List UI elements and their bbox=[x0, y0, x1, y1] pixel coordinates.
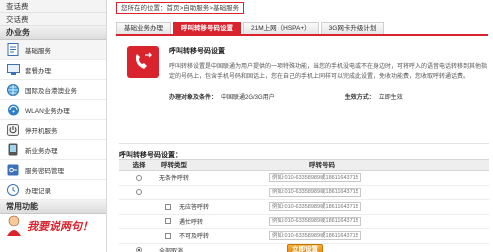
feedback-promo[interactable]: 我要说两句！ bbox=[0, 214, 106, 238]
tab-basic-business[interactable]: 基础业务办理 bbox=[116, 22, 171, 34]
condition-value: 中国联通2G/3G用户 bbox=[221, 95, 275, 101]
tab-call-forward[interactable]: 呼叫转移号码设置 bbox=[173, 22, 241, 34]
tab-hspa[interactable]: 21M上网（HSPA+） bbox=[243, 22, 319, 34]
forward-number-input[interactable] bbox=[269, 216, 361, 226]
table-row bbox=[119, 186, 489, 200]
sidebar-item-password[interactable]: 服务密码管理 bbox=[0, 160, 106, 180]
checkbox-no-answer[interactable] bbox=[165, 203, 171, 210]
type-label: 无应答呼转 bbox=[179, 205, 210, 212]
sidebar-item-new-business[interactable]: 新业务办理 bbox=[0, 140, 106, 160]
service-title: 呼叫转移号码设置 bbox=[169, 48, 225, 55]
breadcrumb-link-self-service[interactable]: 自助服务 bbox=[183, 5, 209, 12]
radio-cancel-all[interactable] bbox=[136, 247, 142, 252]
checkbox-unreachable[interactable] bbox=[165, 232, 171, 239]
condition-label: 办理对象及条件： bbox=[169, 95, 218, 101]
breadcrumb-link-home[interactable]: 首页 bbox=[167, 5, 180, 12]
sidebar-item-label: 停开机服务 bbox=[25, 127, 58, 135]
forward-number-input[interactable] bbox=[269, 202, 361, 212]
tab-3g-upgrade[interactable]: 3G网卡升级计划 bbox=[320, 22, 385, 34]
effect-label: 生效方式： bbox=[344, 95, 375, 101]
sidebar-item-label: WLAN业务办理 bbox=[25, 107, 70, 115]
sidebar-item-label: 基础服务 bbox=[25, 47, 51, 55]
sidebar-item-label: 办理记录 bbox=[25, 187, 51, 195]
submit-button[interactable]: 立即设置 bbox=[287, 244, 323, 252]
sidebar-item-label: 套餐办理 bbox=[25, 67, 51, 75]
key-icon bbox=[6, 163, 20, 177]
forward-number-input[interactable] bbox=[269, 173, 361, 183]
sidebar: 查话费 交话费 办业务 基础服务 套餐办理 国际及台港澳业务 WLAN业务办理 … bbox=[0, 0, 107, 252]
table-row: 无条件呼转 bbox=[119, 171, 489, 186]
sidebar-item-wlan[interactable]: WLAN业务办理 bbox=[0, 100, 106, 120]
forward-number-input[interactable] bbox=[269, 231, 361, 241]
monitor-icon bbox=[6, 63, 20, 77]
column-header-select: 选择 bbox=[132, 162, 146, 169]
feedback-promo-text: 我要说两句！ bbox=[27, 221, 93, 233]
sidebar-group-common[interactable]: 常用功能 bbox=[0, 200, 106, 214]
sidebar-item-label: 服务密码管理 bbox=[25, 167, 64, 175]
main-content: 您所在的位置：首页>自助服务>基础服务 基础业务办理 呼叫转移号码设置 21M上… bbox=[111, 0, 493, 252]
history-icon bbox=[6, 183, 20, 197]
wlan-icon bbox=[6, 103, 20, 117]
sidebar-group-business[interactable]: 办业务 bbox=[0, 26, 106, 40]
sidebar-item-basic-service[interactable]: 基础服务 bbox=[0, 40, 106, 60]
sidebar-item-label: 国际及台港澳业务 bbox=[25, 87, 77, 95]
feedback-person-icon bbox=[7, 215, 21, 236]
power-icon bbox=[6, 123, 20, 137]
call-forward-table: 选择 呼转类型 呼转号码 无条件呼转 无应答呼转 遇忙呼转 不可及呼转 bbox=[119, 159, 489, 252]
radio-conditional[interactable] bbox=[136, 189, 142, 196]
breadcrumb-prefix: 您所在的位置： bbox=[121, 5, 167, 12]
sidebar-item-international[interactable]: 国际及台港澳业务 bbox=[0, 80, 106, 100]
sidebar-link-query-fee[interactable]: 查话费 bbox=[0, 0, 106, 13]
table-row: 不可及呼转 bbox=[119, 229, 489, 244]
breadcrumb-current: 基础服务 bbox=[213, 5, 240, 12]
breadcrumb: 您所在的位置：首页>自助服务>基础服务 bbox=[116, 2, 245, 14]
column-header-number: 呼转号码 bbox=[309, 162, 335, 169]
phone-icon bbox=[6, 143, 20, 157]
checkbox-busy[interactable] bbox=[165, 218, 171, 225]
table-header: 选择 呼转类型 呼转号码 bbox=[119, 159, 489, 171]
globe-icon bbox=[6, 83, 20, 97]
table-row: 遇忙呼转 bbox=[119, 215, 489, 229]
type-label: 不可及呼转 bbox=[179, 234, 210, 241]
sidebar-link-pay-fee[interactable]: 交话费 bbox=[0, 13, 106, 26]
type-label: 遇忙呼转 bbox=[179, 219, 204, 226]
document-icon bbox=[6, 43, 20, 57]
radio-unconditional[interactable] bbox=[136, 174, 142, 181]
sidebar-item-history[interactable]: 办理记录 bbox=[0, 180, 106, 200]
forward-number-input[interactable] bbox=[269, 187, 361, 197]
type-label: 无条件呼转 bbox=[159, 176, 190, 183]
table-row: 无应答呼转 bbox=[119, 200, 489, 215]
call-forward-icon bbox=[127, 46, 159, 78]
service-meta: 办理对象及条件： 中国联通2G/3G用户 生效方式： 立即生效 bbox=[169, 92, 403, 101]
column-header-type: 呼转类型 bbox=[161, 162, 187, 169]
type-label: 全部取消 bbox=[159, 248, 184, 252]
service-description: 呼叫转移设置是中国联通为用户提供的一项特殊功能，当您的手机没电或不在身边时，可将… bbox=[169, 64, 488, 80]
sidebar-item-power[interactable]: 停开机服务 bbox=[0, 120, 106, 140]
sidebar-item-label: 新业务办理 bbox=[25, 147, 58, 155]
sidebar-item-package[interactable]: 套餐办理 bbox=[0, 60, 106, 80]
service-info: 呼叫转移号码设置 呼叫转移设置是中国联通为用户提供的一项特殊功能，当您的手机没电… bbox=[119, 40, 489, 144]
tab-bar: 基础业务办理 呼叫转移号码设置 21M上网（HSPA+） 3G网卡升级计划 bbox=[116, 22, 488, 36]
effect-value: 立即生效 bbox=[378, 95, 403, 101]
